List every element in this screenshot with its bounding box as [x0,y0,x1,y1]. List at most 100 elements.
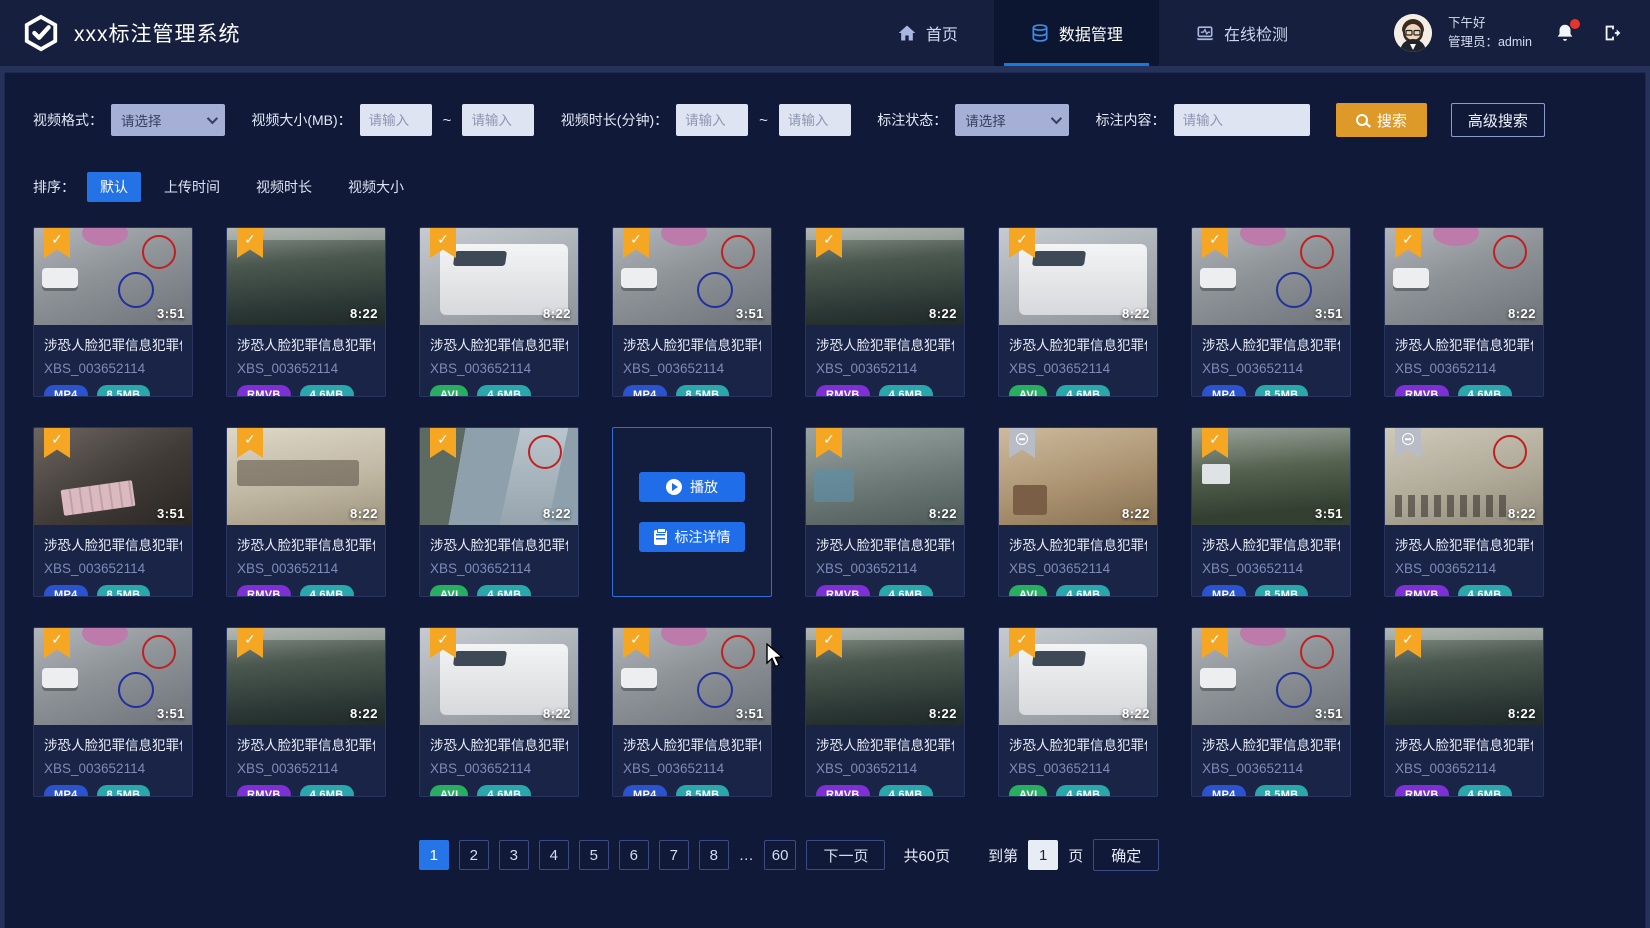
selection-ribbon-badge[interactable]: ✓ [623,628,649,658]
nav-item-data-management[interactable]: 数据管理 [994,0,1159,66]
video-thumbnail[interactable]: ✓ 8:22 [1385,228,1543,325]
video-card[interactable]: 8:22 涉恐人脸犯罪信息犯罪信 XBS_003652114 AVI 4.6MB [998,427,1158,597]
video-card[interactable]: ✓ 8:22 涉恐人脸犯罪信息犯罪信 XBS_003652114 RMVB 4.… [226,627,386,797]
video-thumbnail[interactable]: ✓ 8:22 [1385,628,1543,725]
selection-ribbon-badge[interactable]: ✓ [1202,428,1228,458]
nav-item-home[interactable]: 首页 [861,0,994,66]
video-card[interactable]: ✓ 3:51 涉恐人脸犯罪信息犯罪信 XBS_003652114 MP4 8.5… [612,227,772,397]
page-button-5[interactable]: 5 [579,840,609,870]
user-avatar[interactable] [1394,14,1432,52]
selection-ribbon-badge[interactable]: ✓ [237,628,263,658]
video-card-hovered[interactable]: 播放 标注详情 [612,427,772,597]
video-card[interactable]: 8:22 涉恐人脸犯罪信息犯罪信 XBS_003652114 RMVB 4.6M… [1384,427,1544,597]
nav-item-online-detection[interactable]: 在线检测 [1159,0,1324,66]
sort-option-size[interactable]: 视频大小 [335,172,417,202]
confirm-button[interactable]: 确定 [1093,839,1159,871]
next-page-button[interactable]: 下一页 [806,840,885,870]
video-card[interactable]: ✓ 3:51 涉恐人脸犯罪信息犯罪信 XBS_003652114 MP4 8.5… [1191,627,1351,797]
video-card[interactable]: ✓ 8:22 涉恐人脸犯罪信息犯罪信 XBS_003652114 AVI 4.6… [998,227,1158,397]
selection-ribbon-badge[interactable]: ✓ [623,228,649,258]
annotation-status-select[interactable]: 请选择 [955,104,1069,136]
notification-bell[interactable] [1554,22,1576,44]
selection-ribbon-badge[interactable]: ✓ [1202,228,1228,258]
video-card[interactable]: ✓ 8:22 涉恐人脸犯罪信息犯罪信 XBS_003652114 RMVB 4.… [226,427,386,597]
video-thumbnail[interactable]: ✓ 8:22 [806,628,964,725]
video-card[interactable]: ✓ 3:51 涉恐人脸犯罪信息犯罪信 XBS_003652114 MP4 8.5… [33,227,193,397]
annotation-detail-button[interactable]: 标注详情 [639,522,745,552]
selection-ribbon-badge[interactable]: ✓ [430,228,456,258]
selection-ribbon-badge[interactable]: ✓ [1009,628,1035,658]
video-card[interactable]: ✓ 8:22 涉恐人脸犯罪信息犯罪信 XBS_003652114 RMVB 4.… [805,227,965,397]
video-thumbnail[interactable]: ✓ 3:51 [613,628,771,725]
video-card[interactable]: ✓ 3:51 涉恐人脸犯罪信息犯罪信 XBS_003652114 MP4 8.5… [1191,427,1351,597]
video-format-select[interactable]: 请选择 [111,104,225,136]
video-card[interactable]: ✓ 8:22 涉恐人脸犯罪信息犯罪信 XBS_003652114 RMVB 4.… [805,627,965,797]
video-card[interactable]: ✓ 3:51 涉恐人脸犯罪信息犯罪信 XBS_003652114 MP4 8.5… [1191,227,1351,397]
video-card[interactable]: ✓ 3:51 涉恐人脸犯罪信息犯罪信 XBS_003652114 MP4 8.5… [33,627,193,797]
page-button-6[interactable]: 6 [619,840,649,870]
selection-ribbon-badge[interactable]: ✓ [816,628,842,658]
video-thumbnail[interactable]: 8:22 [999,428,1157,525]
video-card[interactable]: ✓ 8:22 涉恐人脸犯罪信息犯罪信 XBS_003652114 RMVB 4.… [226,227,386,397]
page-button-2[interactable]: 2 [459,840,489,870]
selection-ribbon-badge[interactable]: ✓ [237,228,263,258]
selection-ribbon-badge[interactable]: ✓ [816,228,842,258]
logout-icon[interactable] [1602,22,1624,44]
selection-ribbon-badge[interactable]: ✓ [1395,228,1421,258]
selection-ribbon-badge[interactable]: ✓ [430,428,456,458]
selection-ribbon-badge[interactable] [1395,428,1421,458]
selection-ribbon-badge[interactable]: ✓ [430,628,456,658]
selection-ribbon-badge[interactable]: ✓ [237,428,263,458]
video-thumbnail[interactable]: ✓ 8:22 [999,628,1157,725]
annotation-content-input[interactable] [1174,104,1310,136]
advanced-search-button[interactable]: 高级搜索 [1451,103,1545,137]
sort-option-default[interactable]: 默认 [87,172,141,202]
video-thumbnail[interactable]: 8:22 [1385,428,1543,525]
video-thumbnail[interactable]: ✓ 3:51 [1192,428,1350,525]
video-card[interactable]: ✓ 8:22 涉恐人脸犯罪信息犯罪信 XBS_003652114 AVI 4.6… [998,627,1158,797]
page-button-60[interactable]: 60 [764,840,797,870]
sort-option-duration[interactable]: 视频时长 [243,172,325,202]
video-card[interactable]: ✓ 8:22 涉恐人脸犯罪信息犯罪信 XBS_003652114 AVI 4.6… [419,627,579,797]
video-thumbnail[interactable]: ✓ 8:22 [806,428,964,525]
selection-ribbon-badge[interactable]: ✓ [816,428,842,458]
page-button-8[interactable]: 8 [699,840,729,870]
video-card[interactable]: ✓ 3:51 涉恐人脸犯罪信息犯罪信 XBS_003652114 MP4 8.5… [612,627,772,797]
video-size-max-input[interactable] [462,104,534,136]
selection-ribbon-badge[interactable]: ✓ [1395,628,1421,658]
video-thumbnail[interactable]: ✓ 8:22 [420,228,578,325]
video-size-min-input[interactable] [360,104,432,136]
video-thumbnail[interactable]: ✓ 3:51 [34,228,192,325]
video-card[interactable]: ✓ 8:22 涉恐人脸犯罪信息犯罪信 XBS_003652114 RMVB 4.… [805,427,965,597]
selection-ribbon-badge[interactable]: ✓ [44,628,70,658]
selection-ribbon-badge[interactable]: ✓ [44,228,70,258]
video-card[interactable]: ✓ 8:22 涉恐人脸犯罪信息犯罪信 XBS_003652114 RMVB 4.… [1384,227,1544,397]
search-button[interactable]: 搜索 [1336,103,1427,137]
page-button-1[interactable]: 1 [419,840,449,870]
video-thumbnail[interactable]: ✓ 3:51 [1192,628,1350,725]
video-thumbnail[interactable]: ✓ 8:22 [227,428,385,525]
video-card[interactable]: ✓ 8:22 涉恐人脸犯罪信息犯罪信 XBS_003652114 RMVB 4.… [1384,627,1544,797]
selection-ribbon-badge[interactable] [1009,428,1035,458]
video-card[interactable]: ✓ 8:22 涉恐人脸犯罪信息犯罪信 XBS_003652114 AVI 4.6… [419,427,579,597]
video-thumbnail[interactable]: ✓ 3:51 [34,628,192,725]
video-card[interactable]: ✓ 8:22 涉恐人脸犯罪信息犯罪信 XBS_003652114 AVI 4.6… [419,227,579,397]
video-thumbnail[interactable]: ✓ 3:51 [1192,228,1350,325]
selection-ribbon-badge[interactable]: ✓ [1202,628,1228,658]
video-duration-min-input[interactable] [676,104,748,136]
page-button-4[interactable]: 4 [539,840,569,870]
video-thumbnail[interactable]: ✓ 8:22 [806,228,964,325]
jump-page-input[interactable] [1028,840,1058,870]
video-thumbnail[interactable]: ✓ 8:22 [420,628,578,725]
video-thumbnail[interactable]: ✓ 8:22 [227,628,385,725]
video-thumbnail[interactable]: ✓ 8:22 [227,228,385,325]
video-thumbnail[interactable]: ✓ 3:51 [613,228,771,325]
video-thumbnail[interactable]: ✓ 8:22 [420,428,578,525]
video-duration-max-input[interactable] [779,104,851,136]
page-button-3[interactable]: 3 [499,840,529,870]
sort-option-upload-time[interactable]: 上传时间 [151,172,233,202]
play-button[interactable]: 播放 [639,472,745,502]
selection-ribbon-badge[interactable]: ✓ [44,428,70,458]
video-thumbnail[interactable]: ✓ 8:22 [999,228,1157,325]
selection-ribbon-badge[interactable]: ✓ [1009,228,1035,258]
